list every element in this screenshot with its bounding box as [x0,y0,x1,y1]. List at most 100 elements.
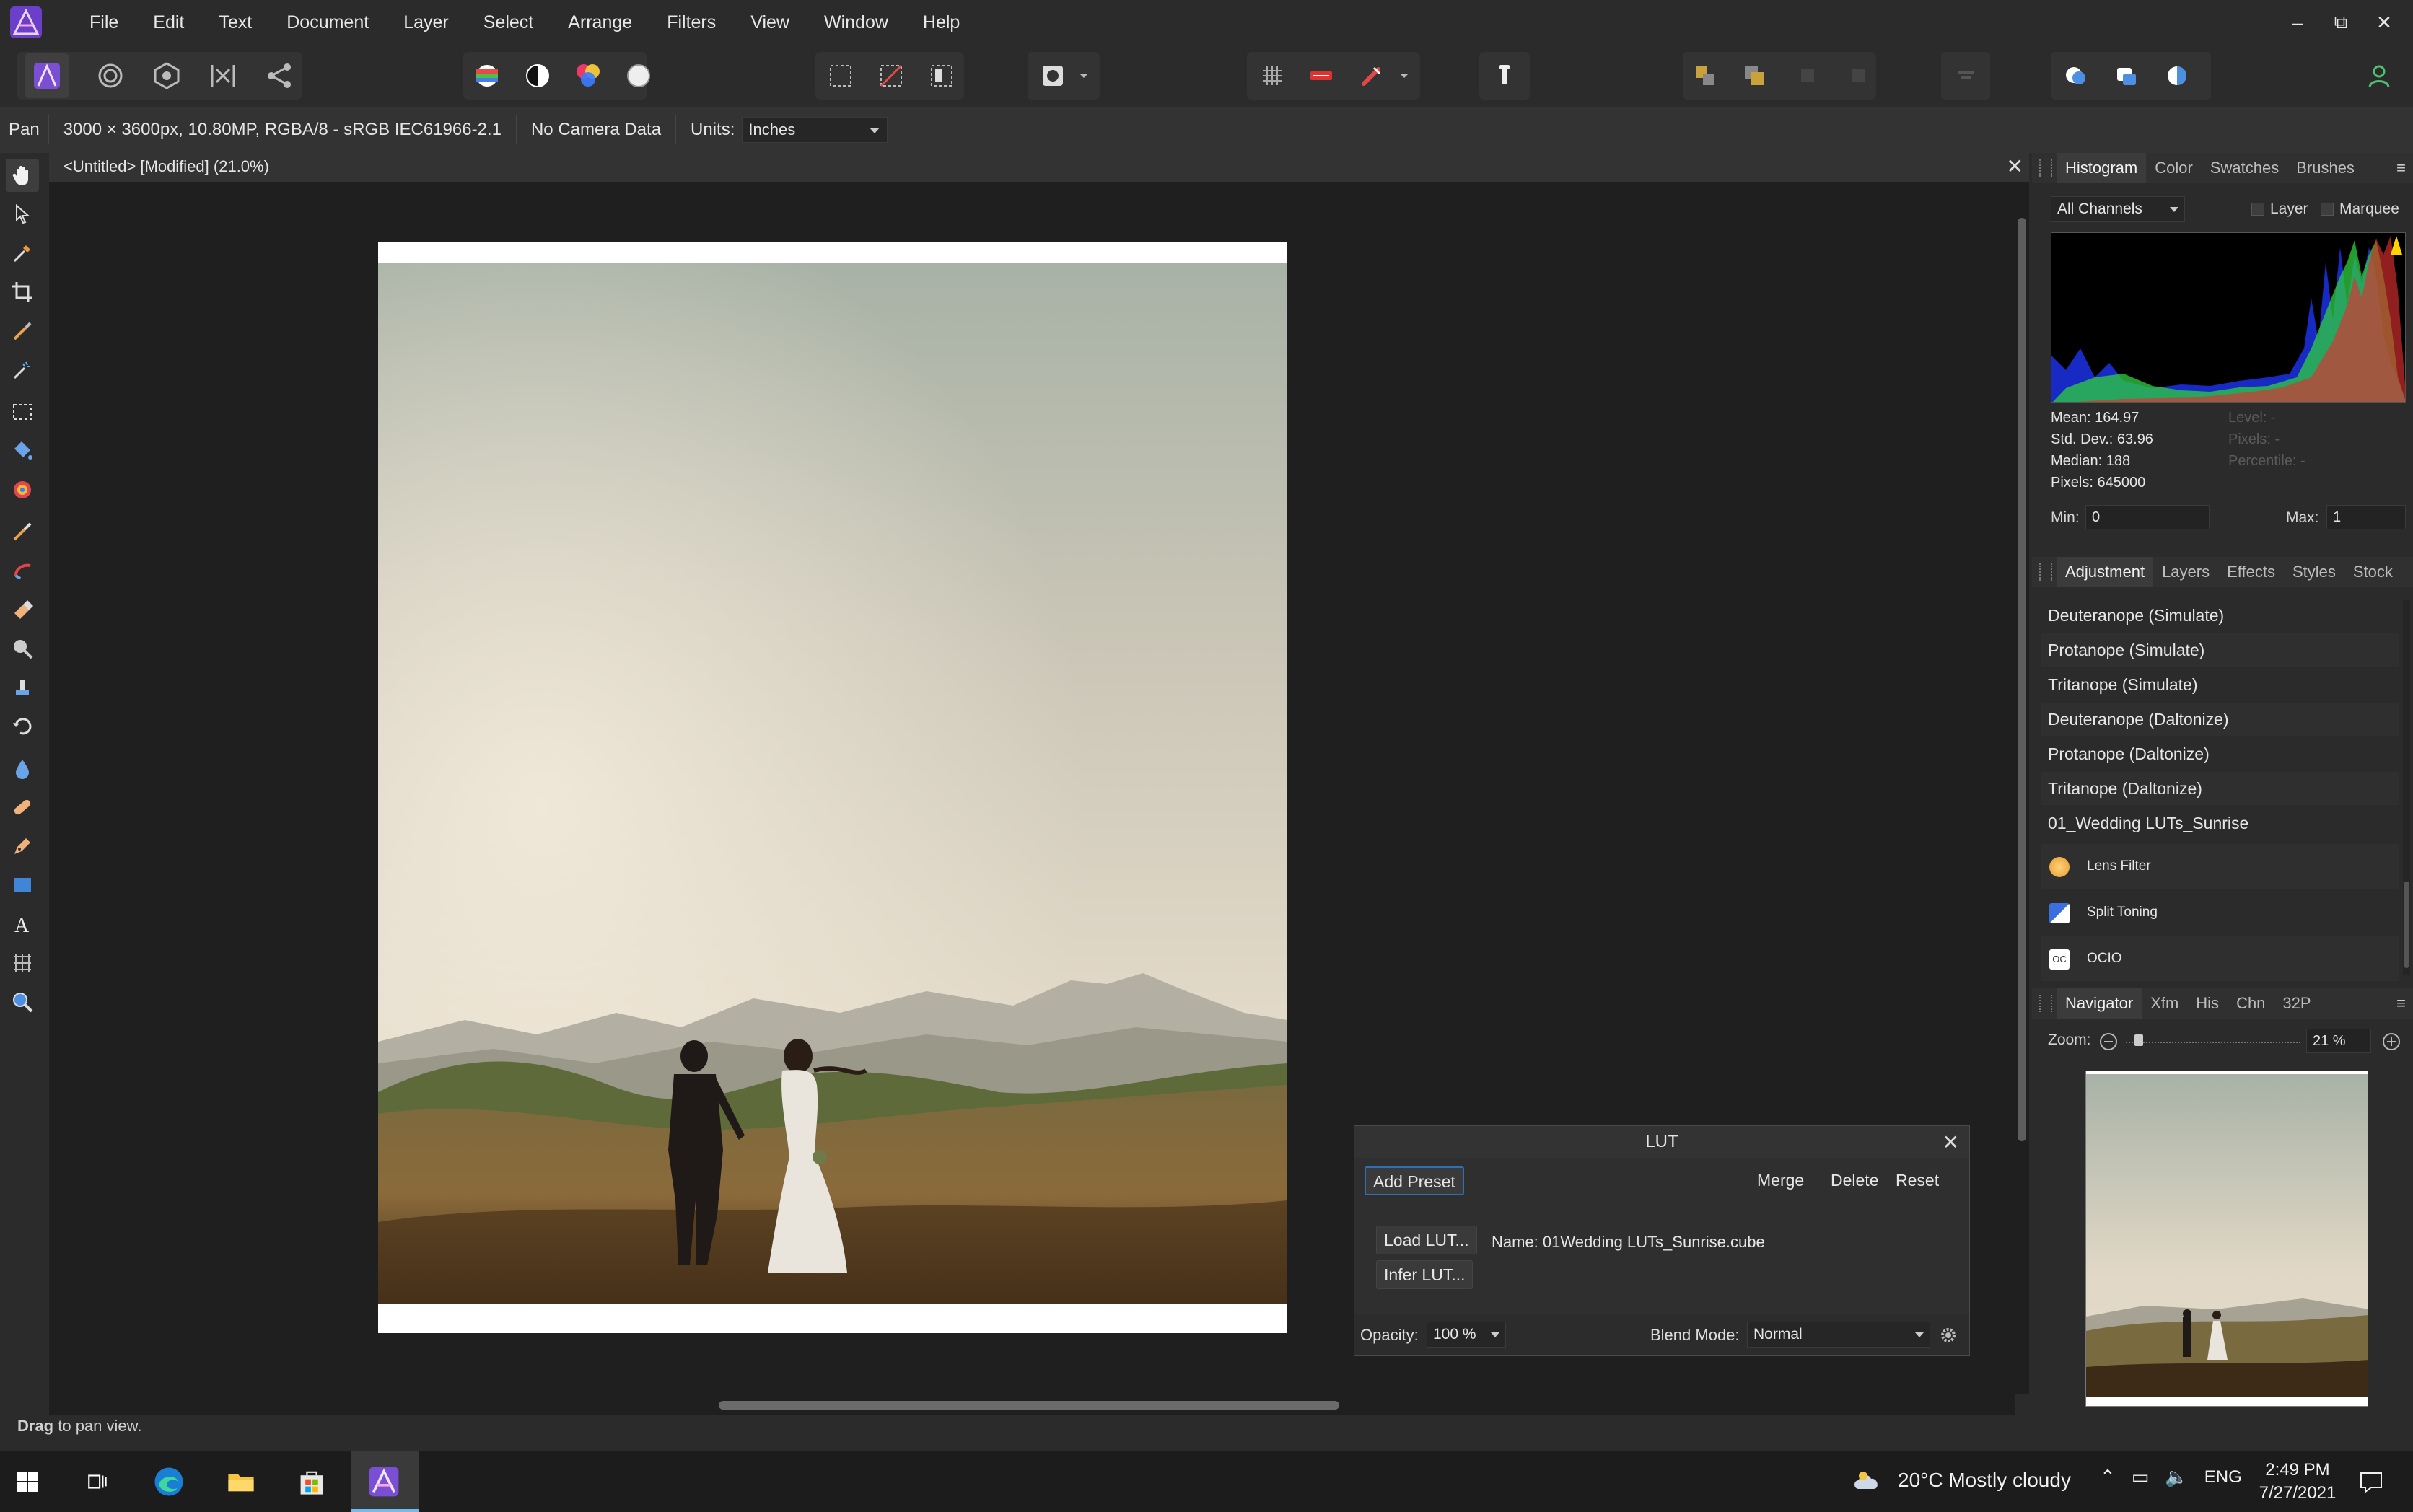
auto-levels-icon[interactable] [465,53,509,98]
move-back-one-icon[interactable] [1732,53,1777,98]
tab-transform[interactable]: Xfm [2142,988,2187,1019]
tab-adjustment[interactable]: Adjustment [2057,557,2154,587]
panel-menu-icon[interactable]: ≡ [2396,159,2406,177]
color-picker-tool-icon[interactable] [6,237,39,270]
adjustment-item[interactable]: 01_Wedding LUTs_Sunrise [2041,806,2399,840]
tab-navigator[interactable]: Navigator [2057,988,2142,1019]
auto-white-balance-icon[interactable] [616,53,661,98]
zoom-input[interactable]: 21 % [2306,1029,2371,1053]
invert-selection-icon[interactable] [919,53,964,98]
delete-button[interactable]: Delete [1823,1166,1886,1195]
menu-edit[interactable]: Edit [136,0,201,45]
affinity-photo-taskbar-icon[interactable] [364,1462,404,1502]
menu-layer[interactable]: Layer [386,0,466,45]
align-icon[interactable] [1944,53,1989,98]
blur-brush-tool-icon[interactable] [6,752,39,785]
move-tool-icon[interactable] [6,198,39,231]
notification-center-icon[interactable] [2358,1469,2384,1495]
adjustment-item[interactable]: Tritanope (Daltonize) [2041,772,2399,805]
adjustment-scrollbar-thumb[interactable] [2404,882,2409,968]
adjustment-scrollbar[interactable] [2403,600,2410,975]
minimize-button[interactable]: – [2276,12,2319,34]
infer-lut-button[interactable]: Infer LUT... [1376,1260,1473,1289]
tab-history[interactable]: His [2187,988,2228,1019]
artistic-text-tool-icon[interactable]: A [6,907,39,941]
undo-brush-tool-icon[interactable] [6,710,39,743]
snapping-dropdown-icon[interactable] [1393,53,1416,98]
horizontal-scrollbar-thumb[interactable] [719,1401,1339,1410]
adjustment-item-ocio[interactable]: OC OCIO [2041,936,2399,981]
zoom-tool-icon[interactable] [6,985,39,1019]
adjustment-item-split-toning[interactable]: Split Toning [2041,890,2399,935]
tab-layers[interactable]: Layers [2153,557,2218,587]
edge-browser-icon[interactable] [149,1462,189,1502]
reset-button[interactable]: Reset [1888,1166,1946,1195]
gradient-tool-icon[interactable] [6,473,39,506]
liquify-persona-icon[interactable] [88,53,133,98]
subtract-boolean-icon[interactable] [2104,53,2149,98]
file-explorer-icon[interactable] [221,1462,261,1502]
document-artboard[interactable] [378,242,1287,1333]
tab-brushes[interactable]: Brushes [2287,153,2363,183]
pen-tool-icon[interactable] [6,830,39,863]
microsoft-store-icon[interactable] [292,1462,332,1502]
menu-window[interactable]: Window [807,0,906,45]
blend-mode-dropdown[interactable]: Normal [1747,1322,1930,1348]
flood-fill-tool-icon[interactable] [6,434,39,467]
move-to-back-icon[interactable] [1683,53,1727,98]
units-select[interactable]: Inches [742,117,888,143]
photo-persona-icon[interactable] [25,53,69,98]
clock[interactable]: 2:49 PM 7/27/2021 [2254,1459,2341,1505]
zoom-out-icon[interactable] [2098,1032,2119,1052]
adjustment-item[interactable]: Deuteranope (Simulate) [2041,599,2399,632]
view-tool-hand-icon[interactable] [6,159,39,192]
opacity-dropdown[interactable]: 100 % [1427,1322,1506,1348]
menu-text[interactable]: Text [201,0,269,45]
show-hidden-icons-chevron-icon[interactable]: ⌃ [2100,1466,2116,1488]
vertical-scrollbar[interactable] [2015,182,2029,1394]
assistant-icon[interactable] [1299,53,1344,98]
paint-brush-tool-icon[interactable] [6,515,39,548]
menu-select[interactable]: Select [466,0,551,45]
select-all-icon[interactable] [818,53,863,98]
develop-persona-icon[interactable] [144,53,189,98]
tab-swatches[interactable]: Swatches [2202,153,2287,183]
marquee-checkbox[interactable]: Marquee [2321,201,2399,218]
tone-mapping-persona-icon[interactable] [201,53,245,98]
mesh-warp-tool-icon[interactable] [6,946,39,980]
close-document-button[interactable]: ✕ [2007,154,2023,178]
marquee-tool-icon[interactable] [6,395,39,428]
navigator-preview[interactable] [2085,1071,2368,1407]
adjustment-item[interactable]: Tritanope (Simulate) [2041,668,2399,701]
add-preset-button[interactable]: Add Preset [1365,1166,1464,1195]
close-lut-dialog-button[interactable]: ✕ [1943,1130,1959,1154]
layer-checkbox-box[interactable] [2251,203,2264,216]
zoom-slider[interactable] [2126,1034,2300,1046]
restore-button[interactable]: ⧉ [2319,11,2362,34]
close-window-button[interactable]: ✕ [2362,12,2406,34]
intersect-boolean-icon[interactable] [2155,53,2199,98]
context-toolbar-icon[interactable] [1482,53,1527,98]
adjustment-item[interactable]: Protanope (Simulate) [2041,633,2399,667]
load-lut-button[interactable]: Load LUT... [1376,1226,1477,1254]
rectangle-tool-icon[interactable] [6,869,39,902]
zoom-in-icon[interactable] [2381,1032,2401,1052]
tab-effects[interactable]: Effects [2218,557,2284,587]
adjustment-item[interactable]: Protanope (Daltonize) [2041,737,2399,770]
flood-select-tool-icon[interactable] [6,353,39,387]
tab-32bit-preview[interactable]: 32P [2274,988,2319,1019]
deselect-icon[interactable] [869,53,914,98]
menu-help[interactable]: Help [906,0,977,45]
task-view-icon[interactable] [78,1462,118,1502]
menu-arrange[interactable]: Arrange [551,0,649,45]
erase-brush-tool-icon[interactable] [6,593,39,626]
panel-grip-icon[interactable] [2039,995,2052,1012]
language-indicator[interactable]: ENG [2204,1467,2242,1487]
layer-checkbox[interactable]: Layer [2251,201,2308,218]
tab-channels[interactable]: Chn [2228,988,2274,1019]
color-replacement-tool-icon[interactable] [6,554,39,587]
network-icon[interactable]: ▭ [2132,1466,2150,1488]
account-icon[interactable] [2357,53,2401,98]
tab-styles[interactable]: Styles [2284,557,2344,587]
add-boolean-icon[interactable] [2054,53,2098,98]
